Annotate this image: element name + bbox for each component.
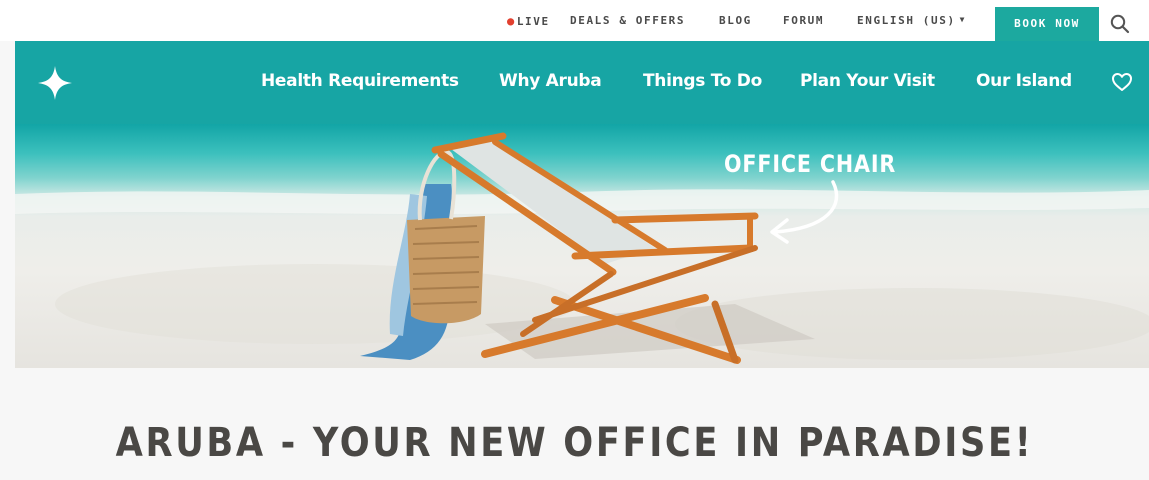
heart-icon[interactable] xyxy=(1111,71,1133,93)
caret-down-icon: ▼ xyxy=(959,15,967,24)
search-icon[interactable] xyxy=(1109,13,1131,35)
live-link[interactable]: ●LIVE xyxy=(507,0,550,41)
forum-link[interactable]: FORUM xyxy=(783,0,824,41)
language-label: ENGLISH (US) xyxy=(857,14,956,27)
deals-offers-link[interactable]: DEALS & OFFERS xyxy=(570,0,685,41)
nav-our-island[interactable]: Our Island xyxy=(976,71,1072,91)
aruba-star-logo-icon[interactable] xyxy=(37,65,73,101)
book-now-button[interactable]: BOOK NOW xyxy=(995,7,1099,41)
nav-why-aruba[interactable]: Why Aruba xyxy=(499,71,602,91)
blog-link[interactable]: BLOG xyxy=(719,0,752,41)
main-navigation: Health Requirements Why Aruba Things To … xyxy=(15,41,1149,124)
live-label: LIVE xyxy=(516,15,550,28)
nav-health-requirements[interactable]: Health Requirements xyxy=(261,71,459,91)
live-dot-icon: ● xyxy=(507,14,516,28)
hero-annotation-text: OFFICE CHAIR xyxy=(724,150,897,178)
page-headline: ARUBA - YOUR NEW OFFICE IN PARADISE! xyxy=(115,420,1034,466)
beach-scene-illustration xyxy=(15,132,1149,364)
language-selector[interactable]: ENGLISH (US) ▼ xyxy=(857,0,966,41)
hero-beach-image: OFFICE CHAIR xyxy=(15,124,1149,368)
nav-plan-your-visit[interactable]: Plan Your Visit xyxy=(800,71,935,91)
nav-things-to-do[interactable]: Things To Do xyxy=(643,71,762,91)
top-utility-bar: ●LIVE DEALS & OFFERS BLOG FORUM ENGLISH … xyxy=(0,0,1149,41)
